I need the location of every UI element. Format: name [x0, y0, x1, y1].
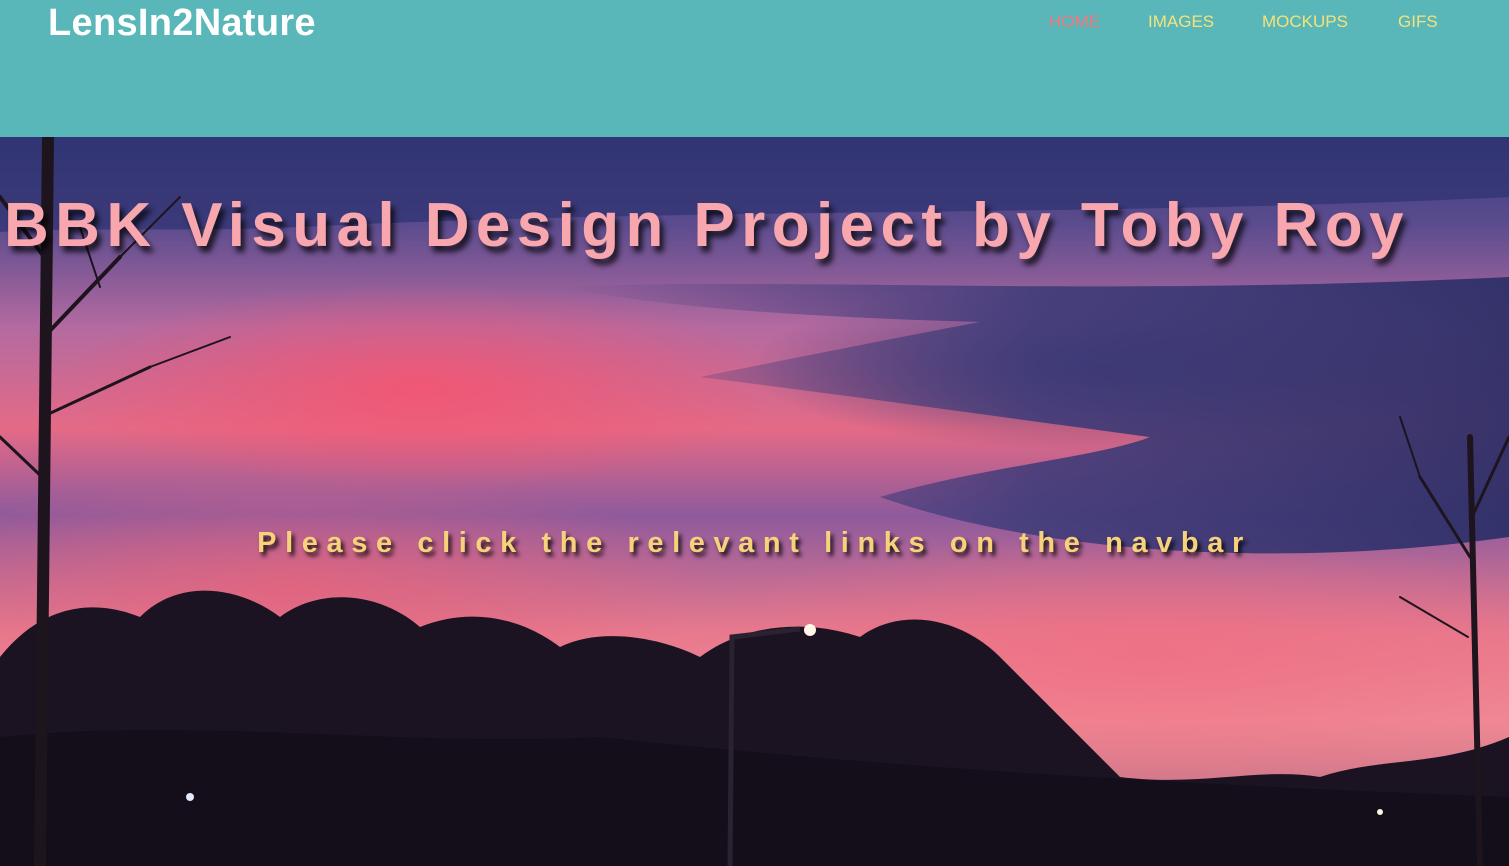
navbar: LensIn2Nature HOME IMAGES MOCKUPS GIFS	[0, 0, 1509, 137]
nav-link-gifs[interactable]: GIFS	[1398, 12, 1438, 32]
nav-links: HOME IMAGES MOCKUPS GIFS	[0, 12, 1509, 32]
nav-link-mockups[interactable]: MOCKUPS	[1262, 12, 1348, 32]
nav-link-images[interactable]: IMAGES	[1148, 12, 1214, 32]
nav-link-home[interactable]: HOME	[1049, 12, 1100, 32]
hero-subtitle: Please click the relevant links on the n…	[257, 527, 1252, 559]
hero-title: BBK Visual Design Project by Toby Roy	[4, 191, 1410, 260]
hero-background-image: BBK Visual Design Project by Toby Roy Pl…	[0, 137, 1509, 866]
